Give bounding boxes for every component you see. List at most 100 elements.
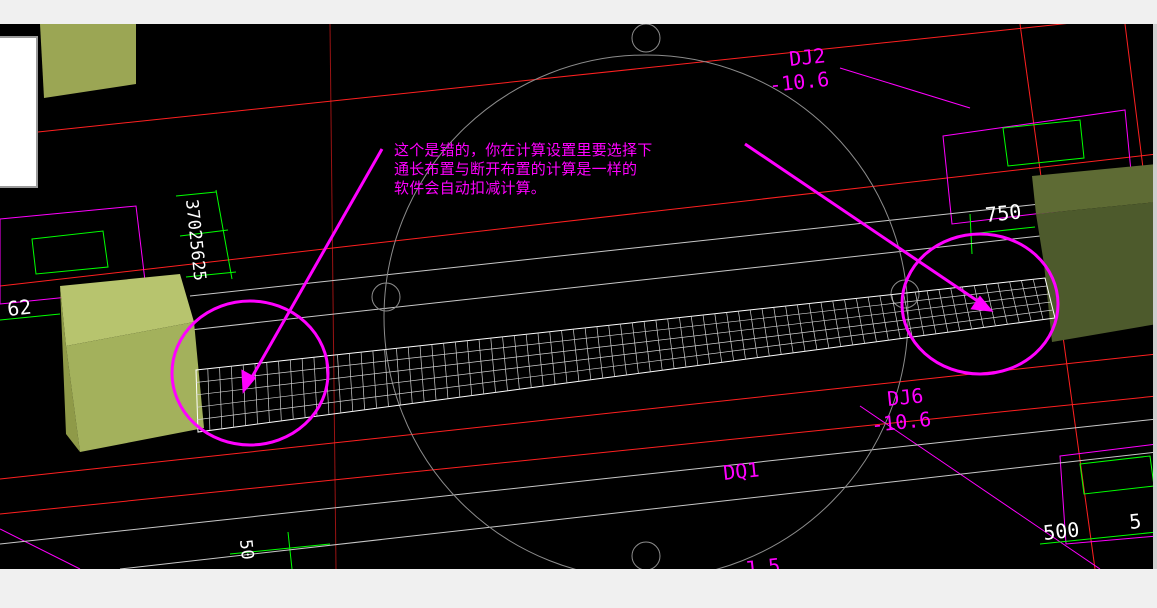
mesh-line (396, 348, 401, 406)
mesh-line (231, 366, 235, 428)
mesh-line (997, 283, 1008, 325)
mesh-line (266, 362, 270, 423)
mesh-line (337, 354, 342, 414)
mesh-line (773, 307, 782, 355)
label-dq1: DQ1 (722, 457, 760, 485)
mesh-line (891, 294, 901, 339)
mesh-line (608, 325, 615, 377)
mesh-line (443, 343, 449, 399)
mesh-line (631, 322, 639, 374)
dimension-vertical: 37025625 (181, 198, 209, 282)
mesh-line (278, 361, 282, 421)
column-top-left[interactable] (40, 24, 136, 98)
annotation-line-3: 软件会自动扣减计算。 (394, 179, 547, 197)
reference-circle (371, 24, 920, 569)
side-panel[interactable] (0, 36, 38, 188)
mesh-line (808, 303, 818, 350)
mesh-line (537, 332, 544, 387)
mesh-line (466, 340, 473, 396)
annotation-line-2: 通长布置与断开布置的计算是一样的 (394, 160, 638, 178)
mesh-line (879, 295, 889, 341)
axis-line (329, 24, 337, 569)
mesh-line (348, 353, 354, 412)
mesh-line (1021, 280, 1032, 322)
mesh-line (761, 308, 770, 357)
mesh-line (620, 323, 627, 376)
cad-viewport[interactable]: DJ2 -10.6 DJ6 -10.6 DQ1 750 62 500 5 370… (0, 24, 1157, 569)
mesh-line (702, 315, 711, 364)
mesh-line (572, 329, 580, 382)
cad-drawing[interactable]: DJ2 -10.6 DJ6 -10.6 DQ1 750 62 500 5 370… (0, 24, 1157, 569)
mesh-line (679, 317, 687, 368)
mesh-line (372, 350, 377, 409)
mesh-line (914, 291, 925, 336)
mesh-line (207, 368, 211, 431)
mesh-line (219, 367, 223, 429)
reference-circle-node (631, 541, 661, 569)
mesh-line (313, 357, 318, 417)
bottom-band (0, 569, 1157, 608)
mesh-line (1032, 279, 1044, 320)
dimension-5: 5 (1128, 509, 1142, 534)
mesh-line (714, 313, 723, 363)
mesh-line (926, 290, 937, 334)
leader-line (839, 67, 971, 109)
mesh-line (643, 321, 651, 372)
mesh-line (419, 345, 425, 402)
mesh-line (667, 318, 675, 369)
mesh-line (431, 344, 437, 401)
mesh-line (832, 300, 842, 347)
leader-line (0, 528, 81, 569)
dim-line (215, 189, 233, 280)
mesh-line (726, 312, 734, 361)
column-right[interactable] (1032, 164, 1157, 342)
mesh-line (360, 352, 365, 410)
inner-rect (1079, 455, 1155, 495)
mesh-line (655, 320, 663, 371)
mesh-line (196, 285, 1048, 383)
label-dj6-elevation: -10.6 (870, 407, 932, 437)
dimension-500: 500 (1042, 517, 1080, 545)
mesh-line (584, 327, 592, 380)
dim-line (287, 531, 293, 569)
mesh-line (867, 297, 877, 342)
dimension-750: 750 (984, 199, 1022, 227)
column-face (40, 24, 136, 98)
arrow-left-line (246, 148, 384, 385)
wall-line (0, 418, 1157, 545)
mesh-line (407, 346, 413, 404)
annotation-line-1: 这个是错的，你在计算设置里要选择下 (394, 141, 653, 159)
column-front-face (1036, 202, 1157, 342)
wall-line (119, 451, 1157, 569)
mesh-line (844, 299, 853, 345)
mesh-line (384, 349, 389, 407)
mesh-line (561, 330, 568, 383)
mesh-line (525, 334, 532, 388)
inner-rect (1002, 119, 1085, 167)
inner-rect (31, 230, 109, 275)
mesh-line (950, 288, 961, 331)
arrow-right-line (744, 142, 986, 308)
mesh-line (938, 289, 949, 333)
annotation-note: 这个是错的，你在计算设置里要选择下 通长布置与断开布置的计算是一样的 软件会自动… (394, 141, 754, 198)
mesh-line (797, 304, 806, 352)
window-edge (1153, 24, 1157, 569)
mesh-line (1009, 281, 1020, 323)
mesh-line (690, 316, 699, 366)
label-dj6: DJ6 (886, 383, 924, 411)
label-partial-bottom: J 5 (743, 553, 781, 569)
mesh-line (596, 326, 604, 379)
mesh-line (785, 306, 794, 353)
mesh-line (514, 335, 520, 390)
dim-line (175, 191, 217, 197)
top-band (0, 0, 1157, 24)
mesh-line (549, 331, 556, 385)
reference-circle-node (631, 24, 661, 53)
label-dj2-elevation: -10.6 (768, 67, 830, 97)
column-left[interactable] (60, 274, 204, 452)
dimension-bottom: 50 (235, 538, 257, 560)
dimension-62: 62 (6, 295, 32, 321)
mesh-line (289, 359, 294, 420)
reference-circle-outline (383, 54, 909, 569)
mesh-line (490, 338, 496, 393)
